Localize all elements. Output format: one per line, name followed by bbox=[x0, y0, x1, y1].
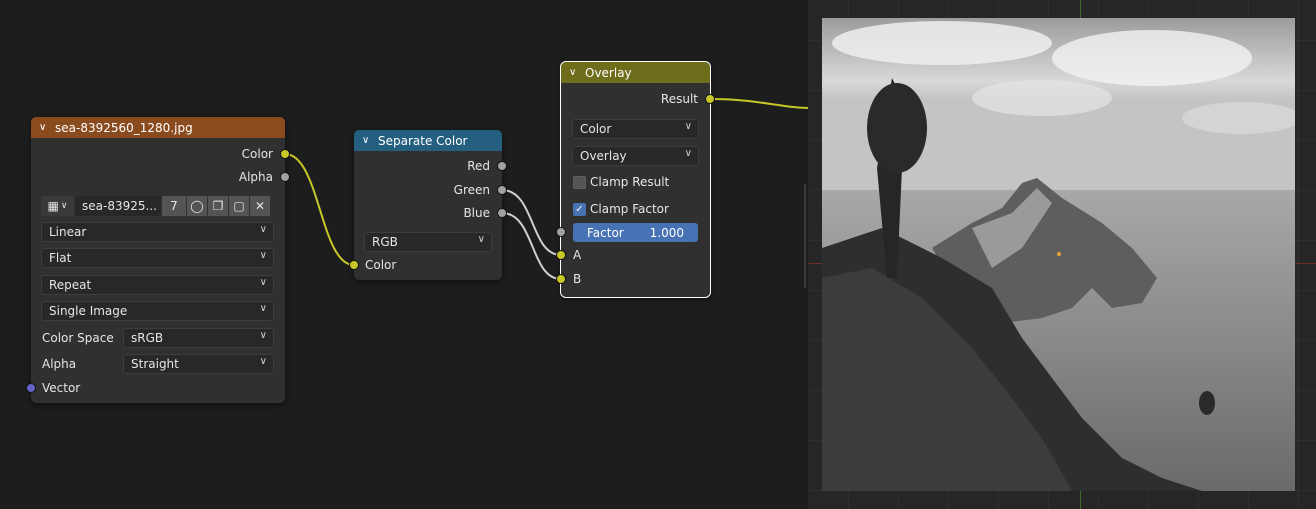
output-color-row: Color bbox=[31, 144, 285, 164]
collapse-chevron-icon[interactable]: ∨ bbox=[362, 135, 374, 146]
output-green-label: Green bbox=[453, 183, 490, 197]
output-color-label: Color bbox=[241, 147, 273, 161]
overlay-mix-node[interactable]: ∨ Overlay Result Color ∨ Overlay ∨ Clamp… bbox=[560, 61, 711, 298]
folder-icon: ▢ bbox=[233, 199, 245, 213]
node-header[interactable]: ∨ sea-8392560_1280.jpg bbox=[31, 117, 285, 138]
chevron-down-icon: ∨ bbox=[259, 330, 267, 341]
input-a-label: A bbox=[573, 248, 582, 262]
output-alpha-row: Alpha bbox=[31, 167, 285, 187]
node-title: Overlay bbox=[585, 65, 632, 80]
blend-mode-dropdown[interactable]: Overlay ∨ bbox=[572, 146, 699, 166]
node-header[interactable]: ∨ Overlay bbox=[561, 62, 710, 83]
link-image-color-to-separate bbox=[284, 153, 355, 266]
overlay-result-output-socket[interactable] bbox=[705, 94, 715, 104]
area-divider[interactable] bbox=[804, 184, 806, 288]
data-type-dropdown[interactable]: Color ∨ bbox=[572, 119, 699, 139]
checkmark-icon: ✓ bbox=[575, 204, 584, 215]
separate-green-output-socket[interactable] bbox=[497, 185, 507, 195]
overlay-b-input-socket[interactable] bbox=[556, 274, 566, 284]
image-color-output-socket[interactable] bbox=[280, 149, 290, 159]
chevron-down-icon: ∨ bbox=[259, 250, 267, 261]
interpolation-dropdown[interactable]: Linear ∨ bbox=[41, 222, 274, 242]
link-blue-to-b bbox=[501, 212, 562, 280]
backdrop-image bbox=[822, 18, 1295, 491]
link-green-to-a bbox=[501, 189, 562, 256]
collapse-chevron-icon[interactable]: ∨ bbox=[569, 67, 581, 78]
input-vector-label: Vector bbox=[42, 381, 81, 395]
output-blue-label: Blue bbox=[463, 206, 490, 220]
projection-dropdown[interactable]: Flat ∨ bbox=[41, 248, 274, 268]
factor-value: 1.000 bbox=[649, 225, 684, 240]
output-result-label: Result bbox=[660, 92, 698, 106]
separate-blue-output-socket[interactable] bbox=[497, 208, 507, 218]
input-b-label: B bbox=[573, 272, 582, 286]
clamp-factor-checkbox[interactable]: ✓ bbox=[573, 203, 586, 216]
chevron-down-icon: ∨ bbox=[259, 224, 267, 235]
node-title: sea-8392560_1280.jpg bbox=[55, 120, 193, 135]
duplicate-image-button[interactable]: ❐ bbox=[208, 196, 228, 216]
color-space-dropdown[interactable]: sRGB ∨ bbox=[123, 328, 274, 348]
factor-label: Factor bbox=[587, 225, 624, 240]
duplicate-icon: ❐ bbox=[212, 199, 224, 213]
chevron-down-icon: ∨ bbox=[684, 121, 692, 132]
chevron-down-icon: ∨ bbox=[60, 201, 68, 211]
source-dropdown[interactable]: Single Image ∨ bbox=[41, 301, 274, 321]
image-vector-input-socket[interactable] bbox=[26, 383, 36, 393]
chevron-down-icon: ∨ bbox=[259, 303, 267, 314]
viewer-backdrop[interactable] bbox=[808, 0, 1316, 509]
image-selector: ▦ ∨ sea-83925... 7 ◯ ❐ ▢ ✕ bbox=[41, 196, 270, 216]
shield-icon: ◯ bbox=[190, 199, 204, 213]
chevron-down-icon: ∨ bbox=[477, 234, 485, 245]
user-count-button[interactable]: 7 bbox=[162, 196, 186, 216]
unlink-image-button[interactable]: ✕ bbox=[250, 196, 270, 216]
clamp-result-label: Clamp Result bbox=[590, 175, 670, 189]
color-space-label: Color Space bbox=[42, 331, 114, 345]
separate-red-output-socket[interactable] bbox=[497, 161, 507, 171]
output-blue-row: Blue bbox=[354, 203, 502, 223]
overlay-factor-input-socket[interactable] bbox=[556, 227, 566, 237]
image-alpha-output-socket[interactable] bbox=[280, 172, 290, 182]
overlay-a-input-socket[interactable] bbox=[556, 250, 566, 260]
output-red-row: Red bbox=[354, 156, 502, 176]
open-image-button[interactable]: ▢ bbox=[229, 196, 249, 216]
chevron-down-icon: ∨ bbox=[259, 356, 267, 367]
separate-color-input-socket[interactable] bbox=[349, 260, 359, 270]
extension-dropdown[interactable]: Repeat ∨ bbox=[41, 275, 274, 295]
link-result-to-viewer bbox=[709, 98, 808, 109]
image-browse-button[interactable]: ▦ ∨ bbox=[41, 196, 74, 216]
separate-color-node[interactable]: ∨ Separate Color Red Green Blue RGB ∨ Co… bbox=[354, 130, 502, 280]
node-editor-canvas[interactable]: ∨ sea-8392560_1280.jpg Color Alpha ▦ ∨ s… bbox=[0, 0, 808, 509]
image-texture-node[interactable]: ∨ sea-8392560_1280.jpg Color Alpha ▦ ∨ s… bbox=[31, 117, 285, 403]
output-alpha-label: Alpha bbox=[238, 170, 273, 184]
collapse-chevron-icon[interactable]: ∨ bbox=[39, 122, 51, 133]
image-icon: ▦ bbox=[47, 199, 59, 213]
alpha-mode-label: Alpha bbox=[42, 357, 77, 371]
seascape-photo bbox=[822, 18, 1295, 491]
node-header[interactable]: ∨ Separate Color bbox=[354, 130, 502, 151]
output-red-label: Red bbox=[467, 159, 490, 173]
factor-slider[interactable]: Factor 1.000 bbox=[573, 223, 698, 242]
chevron-down-icon: ∨ bbox=[684, 148, 692, 159]
close-icon: ✕ bbox=[254, 199, 266, 213]
node-title: Separate Color bbox=[378, 133, 468, 148]
chevron-down-icon: ∨ bbox=[259, 277, 267, 288]
output-green-row: Green bbox=[354, 180, 502, 200]
image-name-field[interactable]: sea-83925... bbox=[75, 196, 161, 216]
alpha-mode-dropdown[interactable]: Straight ∨ bbox=[123, 354, 274, 374]
fake-user-button[interactable]: ◯ bbox=[187, 196, 207, 216]
input-color-label: Color bbox=[365, 258, 397, 272]
clamp-factor-label: Clamp Factor bbox=[590, 202, 669, 216]
output-result-row: Result bbox=[561, 89, 710, 109]
mode-dropdown[interactable]: RGB ∨ bbox=[364, 232, 492, 252]
clamp-result-checkbox[interactable] bbox=[573, 176, 586, 189]
